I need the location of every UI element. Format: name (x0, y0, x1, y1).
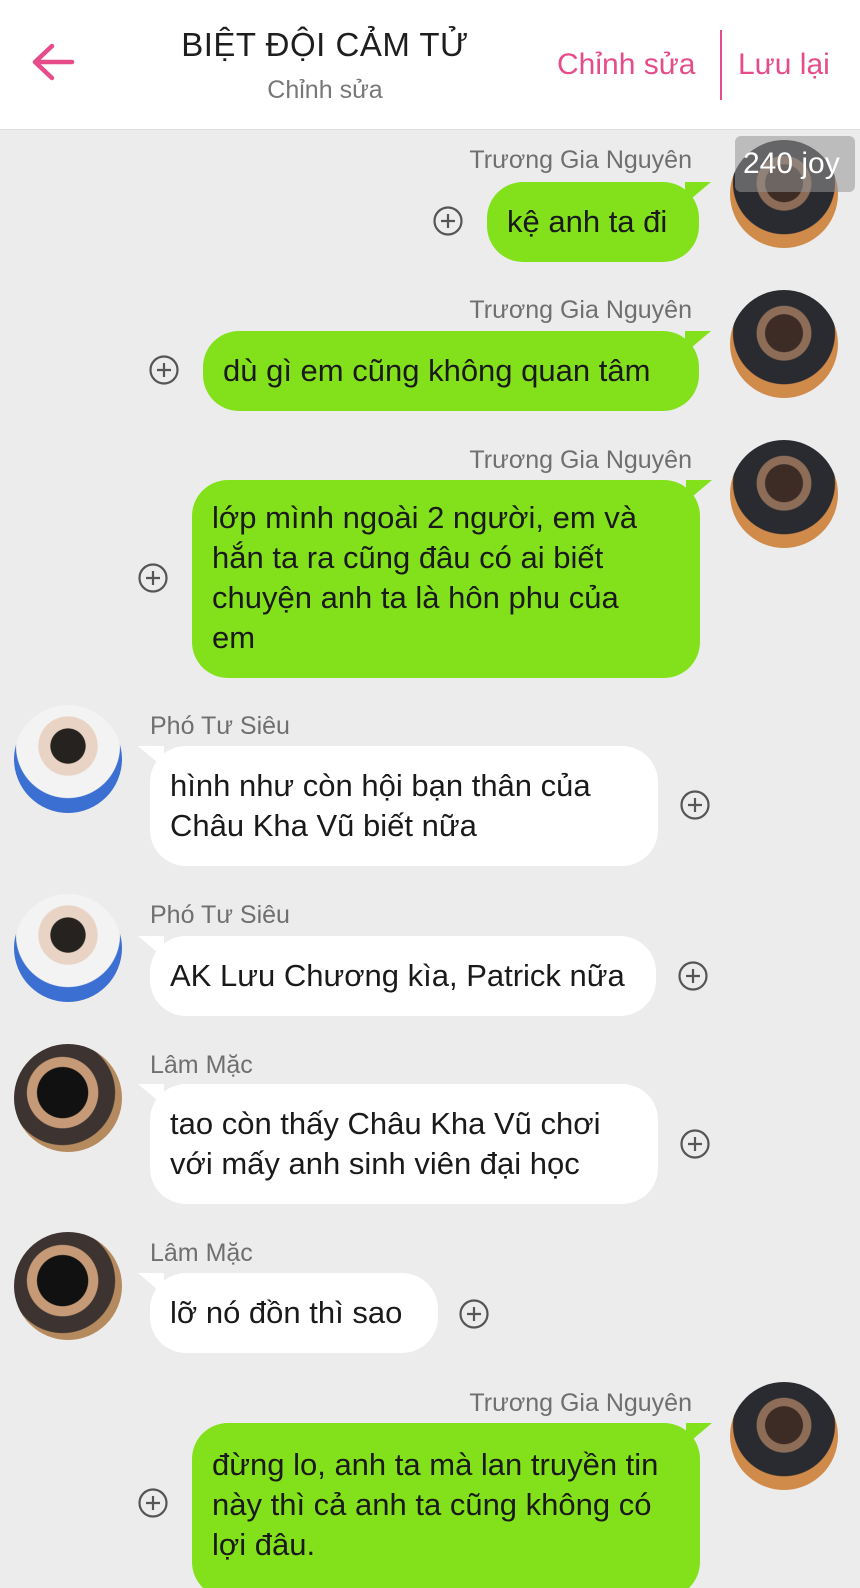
chat-subtitle: Chỉnh sửa (267, 76, 383, 104)
message-bubble[interactable]: lỡ nó đồn thì sao (138, 1273, 438, 1353)
avatar-truong-gia-nguyen[interactable] (730, 1382, 838, 1490)
sender-name: Phó Tư Siêu (150, 712, 290, 740)
plus-circle-icon[interactable] (432, 205, 464, 237)
joy-badge: 240 joy (735, 136, 855, 192)
sender-name: Trương Gia Nguyên (469, 446, 692, 474)
plus-circle-icon[interactable] (148, 354, 180, 386)
plus-circle-icon[interactable] (679, 1128, 711, 1160)
chat-title: BIỆT ĐỘI CẢM TỬ (181, 26, 469, 63)
message-bubble[interactable]: AK Lưu Chương kìa, Patrick nữa (138, 936, 656, 1016)
avatar-pho-tu-sieu[interactable] (14, 705, 122, 813)
plus-circle-icon[interactable] (677, 960, 709, 992)
plus-circle-icon[interactable] (679, 789, 711, 821)
avatar-truong-gia-nguyen[interactable] (730, 440, 838, 548)
header-divider (720, 30, 722, 100)
sender-name: Trương Gia Nguyên (469, 1389, 692, 1417)
plus-circle-icon[interactable] (137, 562, 169, 594)
arrow-left-icon (32, 43, 75, 81)
message-bubble[interactable]: dù gì em cũng không quan tâm (203, 331, 711, 411)
edit-button[interactable]: Chỉnh sửa (557, 48, 696, 82)
avatar-truong-gia-nguyen[interactable] (730, 290, 838, 398)
sender-name: Lâm Mặc (150, 1239, 253, 1267)
message-bubble[interactable]: hình như còn hội bạn thân của Châu Kha V… (138, 746, 658, 866)
avatar-lam-mac[interactable] (14, 1232, 122, 1340)
avatar-lam-mac[interactable] (14, 1044, 122, 1152)
sender-name: Trương Gia Nguyên (469, 296, 692, 324)
message-bubble[interactable]: đừng lo, anh ta mà lan truyền tin này th… (192, 1423, 712, 1588)
message-bubble[interactable]: kệ anh ta đi (487, 182, 711, 262)
save-button[interactable]: Lưu lại (738, 48, 830, 82)
back-button[interactable] (30, 42, 76, 82)
sender-name: Lâm Mặc (150, 1051, 253, 1079)
plus-circle-icon[interactable] (458, 1298, 490, 1330)
sender-name: Phó Tư Siêu (150, 901, 290, 929)
message-bubble[interactable]: tao còn thấy Châu Kha Vũ chơi với mấy an… (138, 1084, 658, 1204)
avatar-pho-tu-sieu[interactable] (14, 894, 122, 1002)
message-bubble[interactable]: lớp mình ngoài 2 người, em và hắn ta ra … (192, 480, 712, 678)
plus-circle-icon[interactable] (137, 1487, 169, 1519)
chat-header: BIỆT ĐỘI CẢM TỬ Chỉnh sửa Chỉnh sửa Lưu … (0, 0, 860, 130)
sender-name: Trương Gia Nguyên (469, 146, 692, 174)
